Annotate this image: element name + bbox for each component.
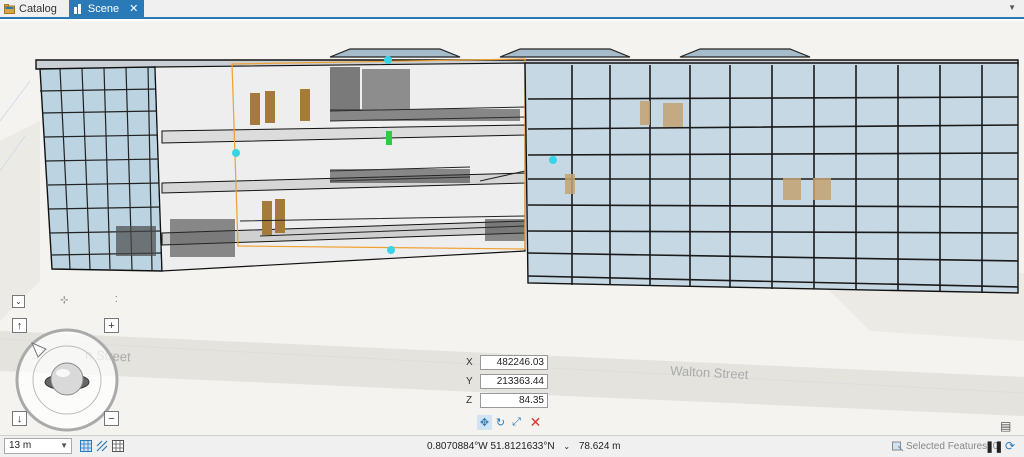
building-3d-view: n Street Walton Street xyxy=(0,21,1024,435)
coord-y-label: Y xyxy=(466,376,473,387)
scene-view[interactable]: n Street Walton Street ⌄ ⊹ ⁚ ↑ + ↓ − X 4… xyxy=(0,21,1024,435)
snapping-grid-icon[interactable] xyxy=(80,440,92,452)
zoom-in-button[interactable]: + xyxy=(104,318,119,333)
rotate-tool-button[interactable]: ↻ xyxy=(493,415,508,430)
layers-icon[interactable]: ▤ xyxy=(1000,419,1011,433)
arrow-down-icon: ↓ xyxy=(16,412,23,425)
elevation-text: 78.624 m xyxy=(578,441,621,452)
tab-catalog-label: Catalog xyxy=(19,2,57,15)
scale-tool-button[interactable]: ⤢ xyxy=(509,415,524,430)
tab-scene-label: Scene xyxy=(87,2,120,15)
move-icon: ✥ xyxy=(479,417,490,429)
coord-x-field[interactable]: 482246.03 xyxy=(480,355,548,370)
status-bar: 13 m ▼ 0.8070884°W 51.8121633°N ⌄ 78.624… xyxy=(0,435,1024,457)
chevron-down-icon: ⌄ xyxy=(15,297,22,306)
arrow-up-icon: ↑ xyxy=(16,319,23,332)
coord-y-row: Y 213363.44 xyxy=(466,374,548,389)
selection-icon xyxy=(892,441,904,452)
tab-catalog[interactable]: Catalog xyxy=(0,0,63,17)
minus-icon: − xyxy=(108,412,115,425)
snapping-icon[interactable] xyxy=(96,440,108,452)
scale-icon: ⤢ xyxy=(512,416,521,428)
coord-x-row: X 482246.03 xyxy=(466,355,548,370)
coord-x-label: X xyxy=(466,357,473,368)
refresh-icon[interactable]: ⟳ xyxy=(1005,439,1015,453)
status-location: 0.8070884°W 51.8121633°N ⌄ 78.624 m xyxy=(427,441,621,452)
table-icon[interactable] xyxy=(112,440,124,452)
chevron-down-icon: ▼ xyxy=(60,441,68,450)
move-tool-button[interactable]: ✥ xyxy=(477,415,492,430)
coord-z-row: Z 84.35 xyxy=(466,393,548,408)
scale-select[interactable]: 13 m ▼ xyxy=(4,438,72,454)
coord-z-field[interactable]: 84.35 xyxy=(480,393,548,408)
chevron-down-icon[interactable]: ▼ xyxy=(1008,3,1016,12)
coord-y-field[interactable]: 213363.44 xyxy=(480,374,548,389)
tilt-down-button[interactable]: ↓ xyxy=(12,411,27,426)
location-text: 0.8070884°W 51.8121633°N xyxy=(427,441,555,452)
tilt-up-button[interactable]: ↑ xyxy=(12,318,27,333)
zoom-out-button[interactable]: − xyxy=(104,411,119,426)
tab-scene[interactable]: Scene ✕ xyxy=(68,0,145,17)
full-extent-icon[interactable]: ⊹ xyxy=(60,295,68,306)
catalog-icon xyxy=(4,3,15,14)
expand-nav-button[interactable]: ⌄ xyxy=(12,295,25,308)
scene-icon xyxy=(73,3,81,14)
rotate-icon: ↻ xyxy=(495,417,506,429)
coord-z-label: Z xyxy=(466,395,473,406)
close-icon: ✕ xyxy=(529,414,542,430)
tab-bar: Catalog Scene ✕ ▼ xyxy=(0,0,1024,19)
options-icon[interactable]: ⁚ xyxy=(115,295,118,304)
chevron-down-icon[interactable]: ⌄ xyxy=(563,442,570,451)
scale-value: 13 m xyxy=(9,440,32,451)
cancel-button[interactable]: ✕ xyxy=(528,414,543,430)
pause-icon[interactable]: ❚❚ xyxy=(985,440,1003,453)
plus-icon: + xyxy=(108,319,115,332)
close-icon[interactable]: ✕ xyxy=(129,2,138,15)
